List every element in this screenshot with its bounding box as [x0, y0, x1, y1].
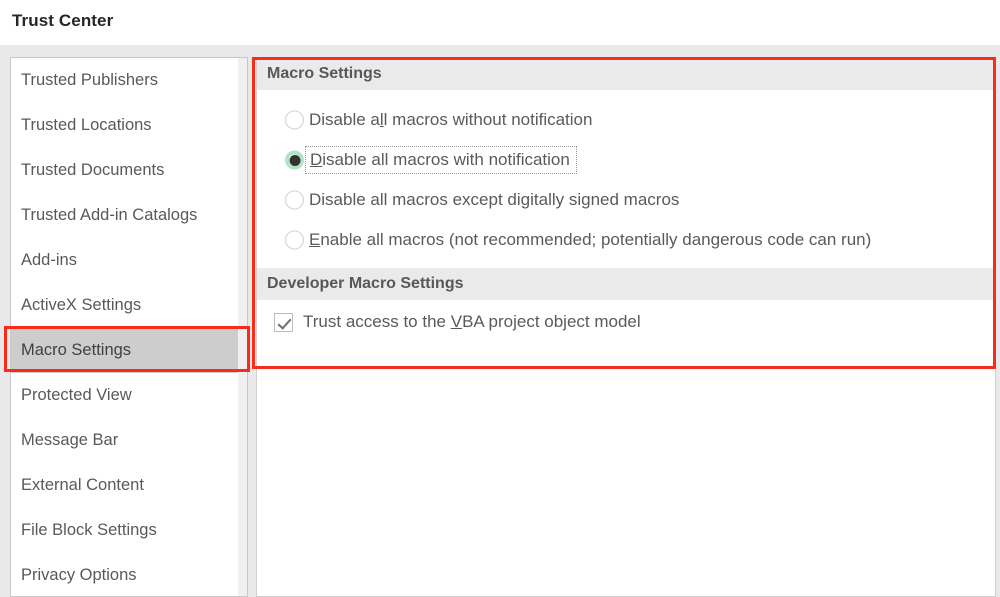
accelerator-char: E — [309, 230, 320, 249]
sidebar-item-label: External Content — [21, 476, 144, 494]
label-text-after-accel: itally signed macros — [530, 190, 679, 209]
macro-settings-radio-group: Disable all macros without notification … — [257, 90, 995, 268]
sidebar-item-file-block-settings[interactable]: File Block Settings — [11, 508, 248, 553]
checkbox-label: Trust access to the VBA project object m… — [303, 312, 641, 332]
radio-icon[interactable] — [285, 231, 304, 250]
radio-option-enable-all-macros[interactable]: Enable all macros (not recommended; pote… — [257, 220, 995, 260]
accelerator-char: g — [521, 190, 530, 209]
radio-icon[interactable] — [285, 111, 304, 130]
settings-panel: Macro Settings Disable all macros withou… — [256, 57, 996, 597]
sidebar-item-message-bar[interactable]: Message Bar — [11, 418, 248, 463]
sidebar-item-trusted-documents[interactable]: Trusted Documents — [11, 148, 248, 193]
label-text-after-accel: BA project object model — [462, 312, 641, 331]
label-text-after-accel: isable all macros with notification — [322, 150, 570, 169]
radio-option-label: Enable all macros (not recommended; pote… — [305, 227, 877, 253]
sidebar-item-label: Trusted Locations — [21, 116, 152, 134]
sidebar-list: Trusted Publishers Trusted Locations Tru… — [11, 58, 248, 597]
page-title: Trust Center — [12, 11, 113, 31]
sidebar-item-activex-settings[interactable]: ActiveX Settings — [11, 283, 248, 328]
sidebar-item-external-content[interactable]: External Content — [11, 463, 248, 508]
label-text-before-accel: Trust access to the — [303, 312, 451, 331]
label-text-after-accel: nable all macros (not recommended; poten… — [320, 230, 871, 249]
checkbox-trust-access-vba[interactable]: Trust access to the VBA project object m… — [257, 300, 995, 344]
sidebar-item-label: Trusted Publishers — [21, 71, 158, 89]
sidebar-item-label: Add-ins — [21, 251, 77, 269]
radio-option-label: Disable all macros without notification — [305, 107, 598, 133]
dialog-body: Trusted Publishers Trusted Locations Tru… — [0, 45, 1000, 597]
section-header-label: Macro Settings — [267, 65, 382, 82]
developer-macro-settings-section-header: Developer Macro Settings — [257, 268, 995, 300]
radio-option-disable-all-without-notification[interactable]: Disable all macros without notification — [257, 100, 995, 140]
radio-icon-selected[interactable] — [285, 151, 304, 170]
sidebar-item-label: File Block Settings — [21, 521, 157, 539]
radio-option-disable-all-with-notification[interactable]: Disable all macros with notification — [257, 140, 995, 180]
radio-option-label: Disable all macros except digitally sign… — [305, 187, 685, 213]
sidebar-item-label: Protected View — [21, 386, 132, 404]
checkbox-icon-checked[interactable] — [274, 313, 293, 332]
label-text-before-accel: Disable a — [309, 110, 380, 129]
sidebar-item-label: Macro Settings — [21, 341, 131, 359]
sidebar-item-trusted-publishers[interactable]: Trusted Publishers — [11, 58, 248, 103]
accelerator-char: V — [451, 312, 462, 331]
radio-icon[interactable] — [285, 191, 304, 210]
sidebar-item-trusted-locations[interactable]: Trusted Locations — [11, 103, 248, 148]
sidebar-item-protected-view[interactable]: Protected View — [11, 373, 248, 418]
sidebar: Trusted Publishers Trusted Locations Tru… — [10, 57, 248, 597]
section-header-label: Developer Macro Settings — [267, 275, 464, 292]
sidebar-item-add-ins[interactable]: Add-ins — [11, 238, 248, 283]
sidebar-item-label: Message Bar — [21, 431, 118, 449]
sidebar-item-label: Trusted Add-in Catalogs — [21, 206, 197, 224]
label-text-after-accel: l macros without notification — [384, 110, 593, 129]
macro-settings-section-header: Macro Settings — [257, 58, 995, 90]
sidebar-item-macro-settings[interactable]: Macro Settings — [11, 328, 248, 373]
sidebar-scrollbar[interactable] — [238, 57, 248, 597]
accelerator-char: D — [310, 150, 322, 169]
radio-option-label: Disable all macros with notification — [305, 146, 577, 174]
sidebar-item-trusted-add-in-catalogs[interactable]: Trusted Add-in Catalogs — [11, 193, 248, 238]
sidebar-item-privacy-options[interactable]: Privacy Options — [11, 553, 248, 597]
sidebar-item-label: Trusted Documents — [21, 161, 164, 179]
sidebar-item-label: ActiveX Settings — [21, 296, 141, 314]
dialog-title-bar: Trust Center — [0, 0, 1000, 45]
radio-option-disable-except-digitally-signed[interactable]: Disable all macros except digitally sign… — [257, 180, 995, 220]
label-text-before-accel: Disable all macros except di — [309, 190, 521, 209]
sidebar-item-label: Privacy Options — [21, 566, 137, 584]
